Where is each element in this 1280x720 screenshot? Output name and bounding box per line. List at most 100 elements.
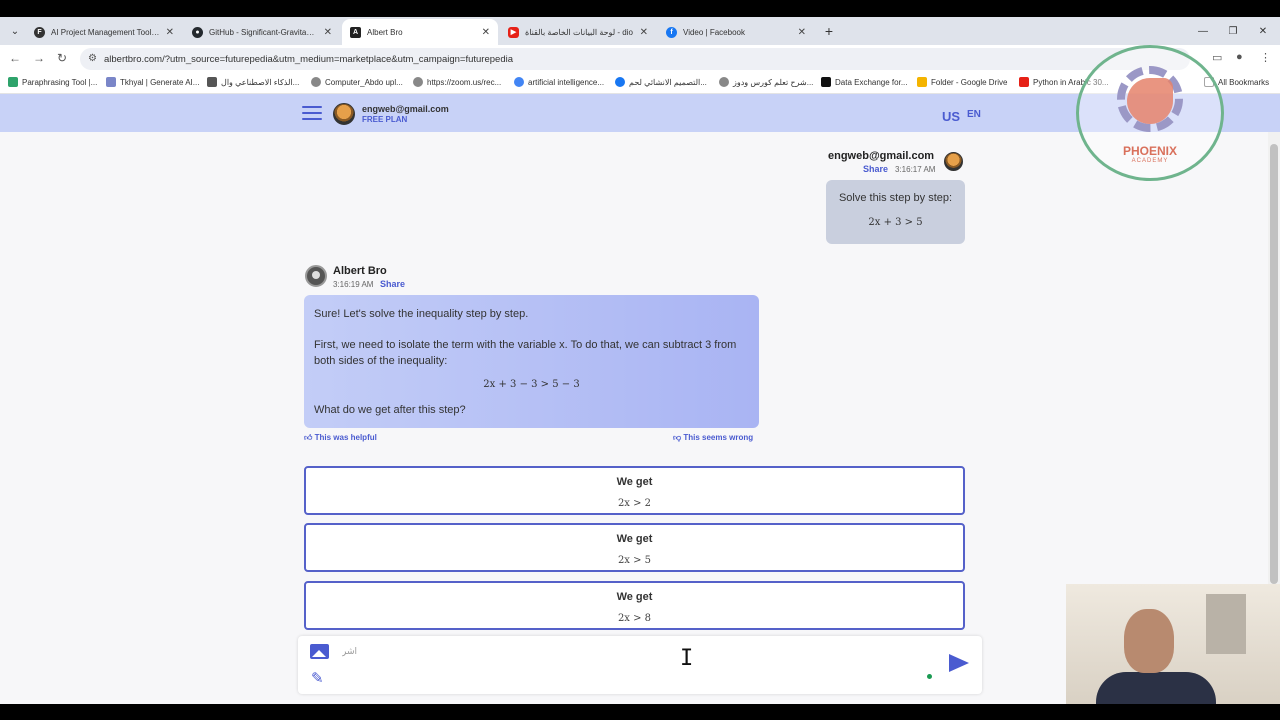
bookmark-label: شرح تعلم كورس ودوز... [733,77,814,87]
bookmark-item[interactable]: artificial intelligence... [514,77,604,87]
globe-icon [413,77,423,87]
wrong-label: This seems wrong [683,433,754,442]
tab-ai-project[interactable]: F AI Project Management Tools & ✕ [26,19,182,45]
webcam-person-body [1096,672,1216,704]
answer-option-label: We get [616,591,653,603]
restore-icon[interactable]: ❐ [1218,17,1248,45]
url-text: albertbro.com/?utm_source=futurepedia&ut… [104,53,513,65]
bookmark-label: Folder - Google Drive [931,77,1008,87]
helpful-button[interactable]: 👍︎ This was helpful [304,433,377,443]
bookmark-item[interactable]: الذكاء الاصطناعي وال... [207,77,299,87]
tab-title: لوحة البيانات الخاصة بالقناة - dio [525,27,633,37]
close-window-icon[interactable]: ✕ [1248,17,1278,45]
bookmark-item[interactable]: التصميم الانشائي لحم... [615,77,707,87]
bookmark-item[interactable]: Paraphrasing Tool |... [8,77,97,87]
close-tab-icon[interactable]: ✕ [482,27,490,38]
address-bar-row: ← → ↻ ⚙ albertbro.com/?utm_source=future… [0,45,1280,72]
header-email: engweb@gmail.com [362,104,449,114]
wrong-button[interactable]: 👎︎ This seems wrong [673,433,753,443]
tab-youtube-studio[interactable]: ▶ لوحة البيانات الخاصة بالقناة - dio ✕ [500,19,656,45]
scrollbar-thumb[interactable] [1270,144,1278,584]
youtube-icon: ▶ [508,26,519,38]
tab-title: Albert Bro [367,27,403,37]
bookmark-item[interactable]: https://zoom.us/rec... [413,77,501,87]
helpful-label: This was helpful [314,433,377,442]
bot-message-math: 2x + 3 − 3 > 5 − 3 [483,379,580,390]
tab-title: AI Project Management Tools & [51,27,160,37]
user-message-text: Solve this step by step: [838,192,953,204]
bookmark-label: Data Exchange for... [835,77,908,87]
google-drive-icon [917,77,927,87]
thumbs-down-icon: 👎︎ [673,433,682,442]
close-tab-icon[interactable]: ✕ [798,27,806,38]
phoenix-icon [1127,78,1173,124]
bookmark-item[interactable]: شرح تعلم كورس ودوز... [719,77,813,87]
bookmark-label: التصميم الانشائي لحم... [629,77,707,87]
site-info-icon[interactable]: ⚙ [88,53,97,64]
bookmark-label: Tkhyal | Generate AI... [120,77,200,87]
bookmark-item[interactable]: Computer_Abdo upl... [311,77,403,87]
image-upload-icon[interactable] [310,644,329,659]
logo-subtitle: ACADEMY [1131,158,1169,164]
bookmark-icon [8,77,18,87]
bot-message-author: Albert Bro [333,265,387,277]
reload-icon[interactable]: ↻ [57,51,67,65]
cast-icon[interactable]: ▭ [1212,51,1222,64]
tab-title: GitHub - Significant-Gravitas/A [209,27,318,37]
answer-option[interactable]: We get 2x > 8 [304,581,965,630]
tab-albert-bro[interactable]: A Albert Bro ✕ [342,19,498,45]
bookmark-item[interactable]: Tkhyal | Generate AI... [106,77,199,87]
bot-share-link[interactable]: Share [380,279,405,289]
bookmark-icon [106,77,116,87]
bookmark-item[interactable]: Folder - Google Drive [917,77,1007,87]
globe-icon [311,77,321,87]
tab-facebook-video[interactable]: f Video | Facebook ✕ [658,19,814,45]
user-message-time: 3:16:17 AM [895,165,936,174]
avatar[interactable] [333,103,355,125]
country-selector[interactable]: US [942,109,960,124]
answer-option-math: 2x > 5 [617,555,652,566]
url-field[interactable]: ⚙ albertbro.com/?utm_source=futurepedia&… [80,48,1190,70]
forward-icon[interactable]: → [33,51,45,65]
webcam-person-head [1124,609,1174,673]
hamburger-menu-icon[interactable] [302,106,322,120]
tab-strip: ⌄ F AI Project Management Tools & ✕ ● Gi… [0,17,1280,45]
webcam-background-shelf [1206,594,1246,654]
user-message-bubble: Solve this step by step: 2x + 3 > 5 [826,180,965,244]
answer-option-math: 2x > 8 [617,613,652,624]
back-icon[interactable]: ← [9,51,21,65]
user-share-link[interactable]: Share [863,164,888,174]
user-message-author: engweb@gmail.com [828,150,935,162]
send-icon[interactable] [949,654,969,672]
user-message-math: 2x + 3 > 5 [868,217,923,228]
bot-message-paragraph: First, we need to isolate the term with … [314,339,737,367]
close-tab-icon[interactable]: ✕ [166,27,174,38]
profile-icon[interactable]: ● [1236,51,1243,63]
bookmark-item[interactable]: Data Exchange for... [821,77,908,87]
all-bookmarks-label: All Bookmarks [1218,77,1270,87]
answer-option-math: 2x > 2 [617,498,652,509]
tab-github[interactable]: ● GitHub - Significant-Gravitas/A ✕ [184,19,340,45]
pencil-icon[interactable]: ✎ [311,669,324,687]
user-avatar [944,152,963,171]
bot-message-paragraph: Sure! Let's solve the inequality step by… [314,308,529,320]
answer-option[interactable]: We get 2x > 2 [304,466,965,515]
bot-avatar [305,265,327,287]
tab-title: Video | Facebook [683,27,745,37]
message-input[interactable] [342,644,902,660]
bot-message-question: What do we get after this step? [314,404,466,416]
answer-option-label: We get [616,533,653,545]
answer-option-label: We get [616,476,653,488]
facebook-icon: f [666,26,677,38]
new-tab-button[interactable]: + [814,17,844,45]
bookmark-label: artificial intelligence... [528,77,605,87]
minimize-icon[interactable]: — [1188,17,1218,45]
close-tab-icon[interactable]: ✕ [324,27,332,38]
answer-option[interactable]: We get 2x > 5 [304,523,965,572]
menu-icon[interactable]: ⋮ [1260,51,1271,64]
github-icon: ● [192,26,203,38]
bookmark-label: https://zoom.us/rec... [427,77,502,87]
language-selector[interactable]: EN [967,109,981,120]
text-cursor-icon: I [680,646,694,671]
close-tab-icon[interactable]: ✕ [640,27,648,38]
